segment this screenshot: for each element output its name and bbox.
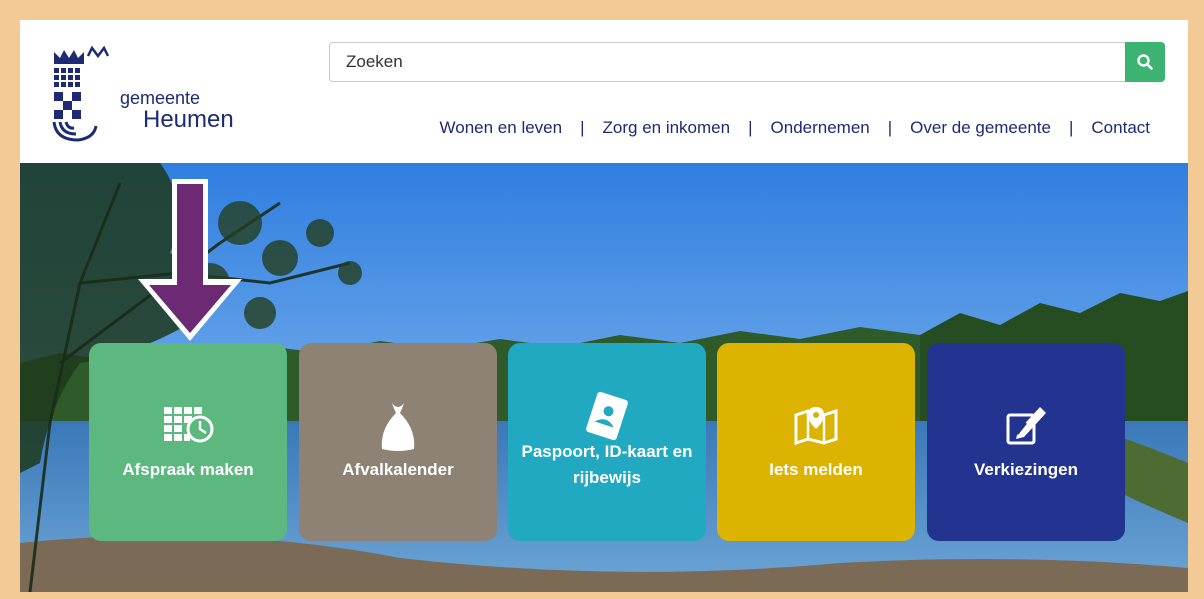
search-input[interactable]	[329, 42, 1132, 82]
crest-icon	[52, 45, 110, 142]
nav-item-over-de-gemeente[interactable]: Over de gemeente	[910, 118, 1051, 138]
calendar-clock-icon	[164, 407, 214, 443]
nav-item-wonen-en-leven[interactable]: Wonen en leven	[440, 118, 563, 138]
nav-separator: |	[887, 118, 893, 137]
logo-text-heumen: Heumen	[143, 106, 234, 133]
logo[interactable]: gemeente Heumen	[50, 42, 240, 142]
page-frame: gemeente Heumen Wonen en leven | Zorg en…	[20, 20, 1188, 592]
vote-pencil-icon	[1006, 407, 1046, 445]
tile-label: Afvalkalender	[342, 460, 454, 479]
nav-separator: |	[1068, 118, 1074, 137]
passport-icon	[586, 391, 628, 441]
search-bar	[329, 42, 1165, 82]
tile-afvalkalender[interactable]: Afvalkalender	[299, 343, 497, 541]
garbage-bag-icon	[381, 403, 415, 451]
tile-verkiezingen[interactable]: Verkiezingen	[927, 343, 1125, 541]
tile-iets-melden[interactable]: Iets melden	[717, 343, 915, 541]
nav-separator: |	[748, 118, 753, 137]
tile-label: Paspoort, ID-kaart en rijbewijs	[521, 442, 693, 487]
nav-item-zorg-en-inkomen[interactable]: Zorg en inkomen	[603, 118, 731, 138]
search-button[interactable]	[1125, 42, 1165, 82]
main-nav: Wonen en leven | Zorg en inkomen | Onder…	[440, 118, 1150, 138]
nav-separator: |	[580, 118, 585, 137]
tile-afspraak-maken[interactable]: Afspraak maken	[89, 343, 287, 541]
tile-paspoort[interactable]: Paspoort, ID-kaart en rijbewijs	[508, 343, 706, 541]
down-arrow-icon	[138, 179, 242, 341]
tile-label: Verkiezingen	[974, 460, 1078, 479]
nav-item-contact[interactable]: Contact	[1091, 118, 1150, 138]
site-header: gemeente Heumen Wonen en leven | Zorg en…	[20, 20, 1188, 163]
hero-banner: Afspraak maken Afvalkalender Paspoort, I…	[20, 163, 1188, 592]
search-icon	[1137, 54, 1153, 70]
map-pin-icon	[794, 407, 838, 445]
tile-label: Afspraak maken	[122, 460, 254, 479]
tile-label: Iets melden	[769, 460, 863, 479]
nav-item-ondernemen[interactable]: Ondernemen	[771, 118, 870, 138]
